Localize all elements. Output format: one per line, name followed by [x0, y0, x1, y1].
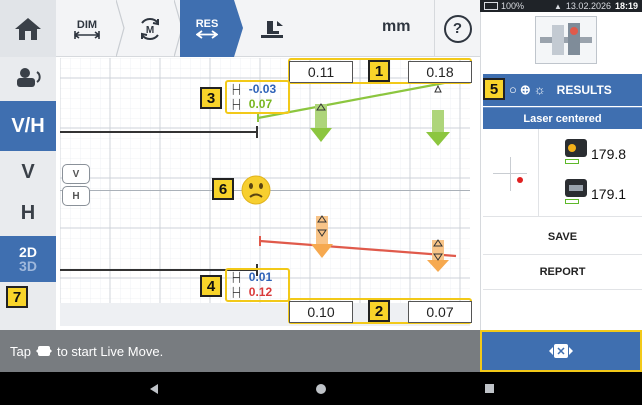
live-move-button[interactable]: [480, 330, 642, 372]
dimension-toggle-button[interactable]: 2D 3D: [0, 236, 56, 282]
live-move-icon: [549, 344, 573, 358]
recent-apps-icon[interactable]: [484, 383, 495, 394]
alignment-chart: V H 0.11 0.18 1 0.10 0.07 2 3 ├┤ -0.03 ├…: [60, 58, 472, 326]
top-toolbar: DIM M RES mm ?: [56, 0, 480, 57]
h-view-button[interactable]: H: [0, 193, 56, 233]
threed-label: 3D: [19, 258, 37, 274]
status-bar: 100% ▲ 13.02.2026 18:19: [480, 0, 642, 12]
vertical-angle-row-2: ├┤ 0.07: [230, 97, 272, 111]
results-label: RESULTS: [556, 83, 612, 97]
machine-sensor-icon: [540, 23, 592, 55]
help-button[interactable]: ?: [434, 0, 480, 57]
help-icon: ?: [443, 14, 472, 43]
battery-icon: [565, 159, 579, 164]
move-machine-icon: [261, 20, 283, 38]
report-button[interactable]: REPORT: [483, 255, 642, 290]
horizontal-angle-row-2: ├┤ 0.12: [230, 285, 272, 299]
callout-2: 2: [368, 300, 390, 322]
width-arrows-icon: [74, 30, 100, 39]
horizontal-correction-arrow-front: [311, 215, 333, 258]
h-coupling-tag: H: [62, 186, 90, 206]
v-view-button[interactable]: V: [0, 152, 56, 192]
horizontal-machine-line: [259, 239, 457, 258]
message-suffix: to start Live Move.: [56, 343, 164, 359]
sensor-image[interactable]: [535, 16, 597, 64]
callout-6: 6: [212, 178, 234, 200]
battery-icon: [484, 2, 498, 10]
vh-label: V/H: [11, 114, 45, 137]
home-circle-icon[interactable]: [315, 383, 327, 395]
vertical-correction-arrow-front: [310, 103, 332, 142]
signal-icon: ▲: [554, 1, 562, 11]
bottom-right-offset: 0.07: [408, 301, 472, 323]
sad-face-icon: [241, 175, 271, 205]
home-button[interactable]: [0, 0, 56, 57]
message-prefix: Tap: [10, 343, 31, 359]
home-icon: [15, 17, 41, 40]
horizontal-angle-1: 0.01: [248, 270, 273, 284]
callout-1: 1: [368, 60, 390, 82]
angle-symbol-icon: ├┤: [230, 84, 243, 94]
live-move-icon: [35, 346, 52, 356]
callout-7: 7: [6, 286, 28, 308]
left-rail: V/H V H 2D 3D 7: [0, 0, 56, 330]
twod-label: 2D: [19, 244, 37, 260]
sensor-angle-1: 179.8: [591, 146, 627, 162]
measure-rotation-icon: M: [141, 17, 159, 40]
vertical-angle-1: -0.03: [248, 82, 277, 96]
results-tab[interactable]: RES: [180, 0, 234, 57]
v-label: V: [21, 160, 35, 183]
v-coupling-tag: V: [62, 164, 90, 184]
machine-setup-button[interactable]: [0, 57, 56, 98]
vertical-correction-arrow-back: [426, 110, 450, 146]
laser-status: Laser centered: [483, 107, 642, 129]
sensor-angle-2: 179.1: [591, 186, 627, 202]
battery-icon: [565, 199, 579, 204]
top-left-offset: 0.11: [289, 61, 353, 83]
dim-label: DIM: [76, 18, 98, 31]
callout-5: 5: [483, 78, 505, 100]
measure-button[interactable]: M: [124, 0, 176, 57]
sensor-icon: [565, 139, 587, 157]
svg-text:M: M: [146, 25, 154, 36]
callout-4: 4: [200, 275, 222, 297]
dimensions-button[interactable]: DIM: [56, 0, 118, 57]
sensor-readings: 179.8 179.1: [483, 129, 642, 217]
top-right-offset: 0.18: [408, 61, 472, 83]
back-icon[interactable]: [148, 383, 160, 395]
date-time: ▲ 13.02.2026 18:19: [554, 1, 638, 11]
results-view-icons: ○⊕☼: [509, 82, 549, 97]
save-button[interactable]: SAVE: [483, 220, 642, 255]
laser-dot-icon: [517, 177, 523, 183]
battery-percent: 100%: [501, 1, 525, 11]
machine-icon: [17, 67, 41, 87]
angle-symbol-icon: ├┤: [230, 99, 243, 109]
angle-symbol-icon: ├┤: [230, 287, 243, 297]
message-bar: Tap to start Live Move.: [0, 330, 480, 372]
horizontal-angle-2: 0.12: [248, 285, 273, 299]
vh-view-button[interactable]: V/H: [0, 101, 56, 151]
battery-indicator: 100%: [484, 1, 524, 11]
angle-symbol-icon: ├┤: [230, 272, 243, 282]
results-arrows-icon: [196, 30, 218, 39]
step-separator-icon: [234, 0, 243, 57]
move-button[interactable]: [244, 0, 300, 57]
bottom-left-offset: 0.10: [289, 301, 353, 323]
vertical-angle-2: 0.07: [248, 97, 273, 111]
res-label: RES: [195, 18, 219, 30]
results-header[interactable]: ○⊕☼ RESULTS: [483, 74, 642, 106]
horizontal-angle-row-1: ├┤ 0.01: [230, 270, 272, 284]
status-time: 18:19: [614, 1, 638, 11]
callout-3: 3: [200, 87, 222, 109]
h-label: H: [20, 201, 36, 224]
laser-target: [483, 129, 539, 217]
system-nav-bar: [0, 372, 642, 405]
units-label[interactable]: mm: [382, 18, 410, 36]
prism-icon: [565, 179, 587, 197]
status-date: 13.02.2026: [565, 1, 611, 11]
vertical-angle-row-1: ├┤ -0.03: [230, 82, 276, 96]
